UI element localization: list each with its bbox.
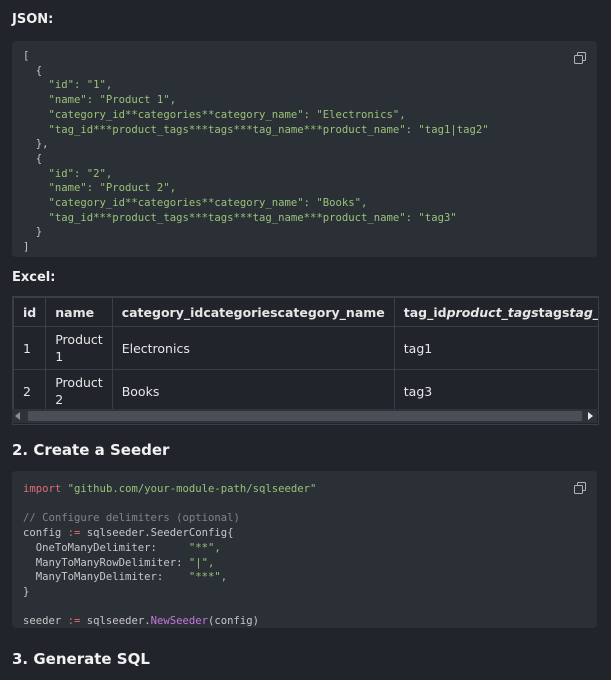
- json-code: [ { "id": "1", "name": "Product 1", "cat…: [23, 49, 489, 255]
- function-name: NewSeeder: [150, 615, 208, 628]
- cell-id: 2: [13, 369, 47, 413]
- code-line: "id": "1",: [23, 79, 113, 92]
- json-label: JSON:: [12, 12, 54, 27]
- field-value: "**",: [188, 541, 221, 554]
- header-part: tags: [538, 304, 570, 320]
- code-line: }: [23, 226, 43, 239]
- code-line: },: [23, 138, 49, 151]
- code-line: "category_id**categories**category_name"…: [23, 108, 406, 121]
- code-line: ]: [23, 241, 30, 254]
- assign-operator: :=: [67, 615, 81, 628]
- copy-icon: [574, 52, 586, 64]
- code-token: sqlseeder.: [80, 615, 151, 628]
- code-line: "category_id**categories**category_name"…: [23, 197, 368, 210]
- field-name: ManyToManyDelimiter:: [23, 571, 189, 584]
- code-line: [: [23, 50, 30, 62]
- field-name: OneToManyDelimiter:: [23, 541, 189, 554]
- scrollbar-thumb[interactable]: [28, 411, 582, 421]
- header-part: tag_name: [569, 304, 599, 320]
- copy-button[interactable]: [574, 52, 586, 64]
- seeder-code-block: import "github.com/your-module-path/sqls…: [12, 471, 597, 628]
- field-name: ManyToManyRowDelimiter:: [23, 556, 189, 569]
- cell-tag: tag1: [393, 326, 598, 370]
- section-heading-create-seeder: 2. Create a Seeder: [12, 441, 170, 459]
- header-part: tag_id: [403, 304, 447, 320]
- table-header-row: id name category_idcategoriescategory_na…: [13, 297, 599, 327]
- excel-table-container[interactable]: id name category_idcategoriescategory_na…: [12, 296, 599, 425]
- column-header-name: name: [45, 297, 113, 327]
- code-token: config: [23, 527, 68, 540]
- section-heading-generate-sql: 3. Generate SQL: [12, 650, 150, 668]
- json-code-block: [ { "id": "1", "name": "Product 1", "cat…: [12, 41, 597, 257]
- cell-name: Product 2: [45, 369, 113, 413]
- scroll-left-icon[interactable]: [15, 412, 20, 420]
- field-value: "|",: [188, 556, 215, 569]
- scroll-right-icon[interactable]: [588, 412, 593, 420]
- code-token: }: [23, 585, 30, 598]
- cell-tag: tag3: [393, 369, 598, 413]
- table-row: 1 Product 1 Electronics tag1: [13, 326, 598, 370]
- code-token: (config): [208, 615, 260, 628]
- header-part: product_tags: [446, 304, 539, 320]
- column-header-tag: tag_idproduct_tagstagstag_nameproduct_na…: [393, 297, 599, 327]
- excel-label: Excel:: [12, 270, 56, 285]
- code-line: "name": "Product 2",: [23, 182, 177, 195]
- code-line: "tag_id***product_tags***tags***tag_name…: [23, 211, 457, 224]
- code-line: {: [23, 64, 43, 77]
- code-token: sqlseeder.SeederConfig{: [80, 527, 234, 540]
- column-header-id: id: [13, 297, 47, 327]
- table-row: 2 Product 2 Books tag3: [13, 369, 598, 413]
- copy-icon: [574, 482, 586, 494]
- code-line: "tag_id***product_tags***tags***tag_name…: [23, 123, 489, 136]
- import-path: "github.com/your-module-path/sqlseeder": [67, 483, 317, 495]
- code-comment: // Configure delimiters (optional): [23, 512, 240, 525]
- excel-table: id name category_idcategoriescategory_na…: [13, 297, 599, 413]
- copy-button[interactable]: [574, 482, 586, 494]
- import-keyword: import: [23, 483, 62, 495]
- cell-id: 1: [13, 326, 47, 370]
- assign-operator: :=: [67, 527, 81, 540]
- cell-name: Product 1: [45, 326, 113, 370]
- code-line: {: [23, 152, 43, 165]
- code-token: seeder: [23, 615, 68, 628]
- column-header-category: category_idcategoriescategory_name: [111, 297, 395, 327]
- seeder-code: import "github.com/your-module-path/sqls…: [23, 482, 316, 629]
- cell-category: Electronics: [111, 326, 395, 370]
- field-value: "***",: [188, 571, 228, 584]
- horizontal-scrollbar[interactable]: [12, 409, 597, 423]
- cell-category: Books: [111, 369, 395, 413]
- code-line: "id": "2",: [23, 167, 113, 180]
- code-line: "name": "Product 1",: [23, 94, 177, 107]
